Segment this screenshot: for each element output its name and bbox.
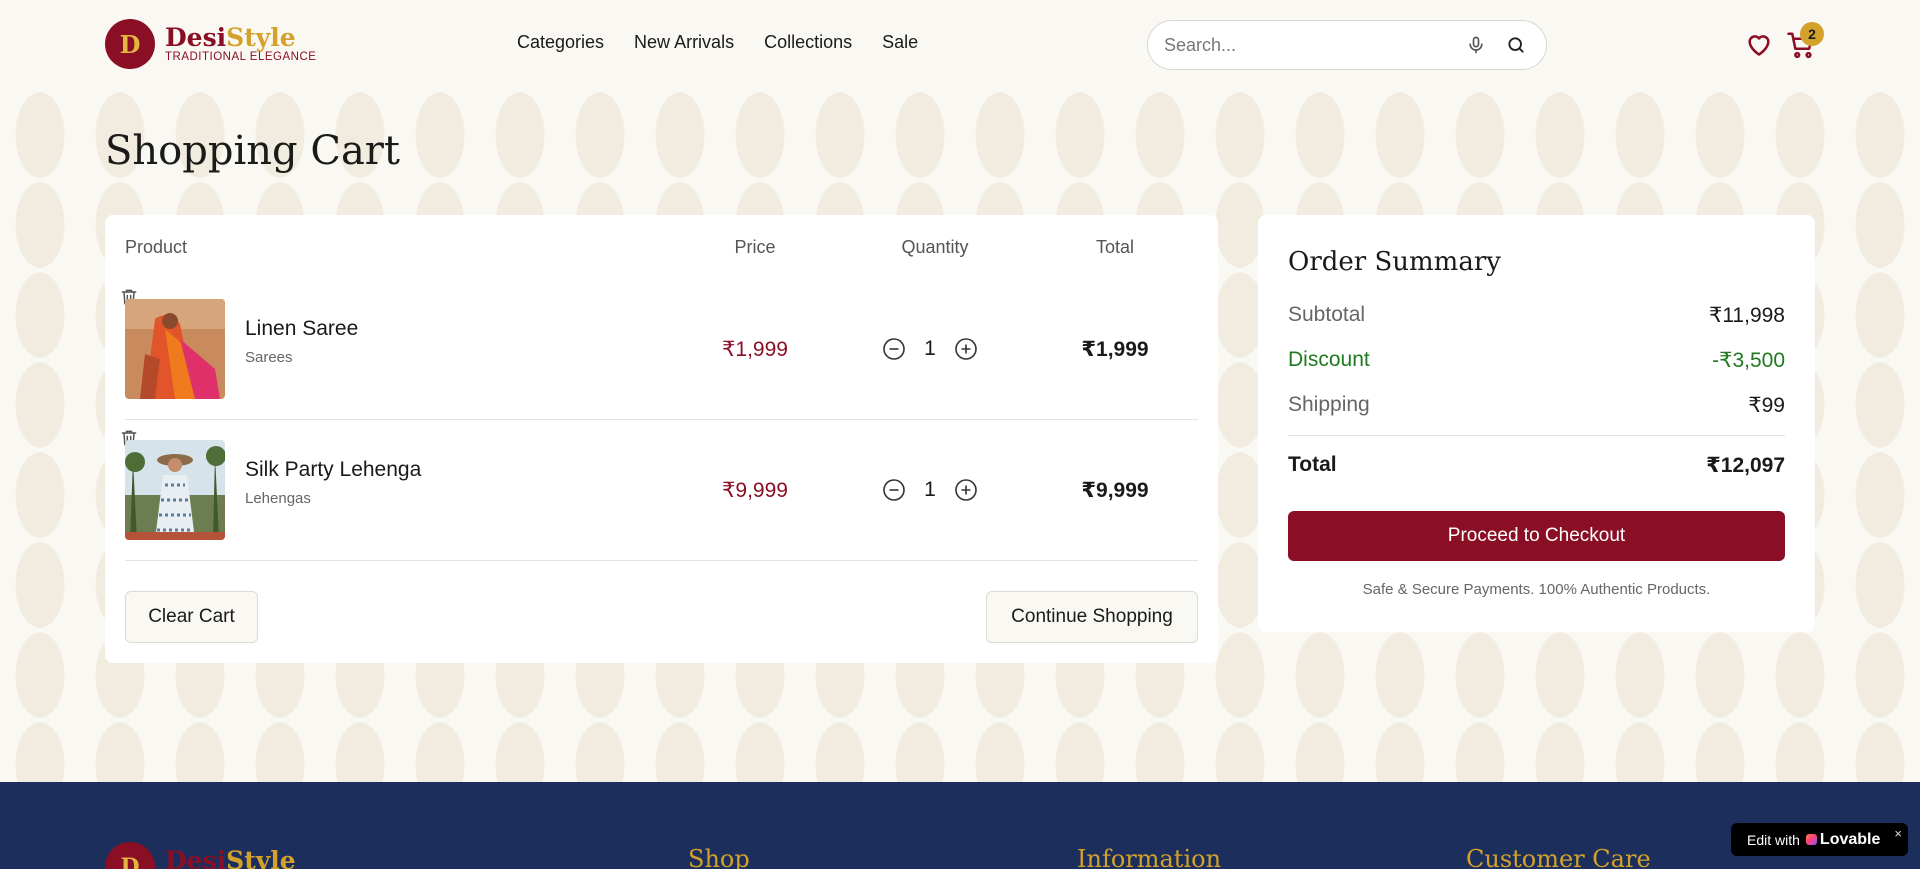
subtotal-row: Subtotal ₹11,998 bbox=[1288, 303, 1785, 328]
footer-logo[interactable]: D DesiStyle bbox=[105, 842, 296, 869]
cart-count-badge: 2 bbox=[1800, 22, 1824, 46]
quantity-value: 1 bbox=[924, 478, 936, 501]
total-row: Total ₹12,097 bbox=[1288, 453, 1785, 478]
subtotal-label: Subtotal bbox=[1288, 303, 1366, 326]
order-summary-title: Order Summary bbox=[1288, 247, 1501, 277]
footer-brand-name: DesiStyle bbox=[165, 845, 296, 869]
order-summary: Order Summary Subtotal ₹11,998 Discount … bbox=[1258, 215, 1815, 632]
continue-shopping-button[interactable]: Continue Shopping bbox=[986, 591, 1198, 643]
subtotal-value: ₹11,998 bbox=[1708, 304, 1785, 327]
header-quantity: Quantity bbox=[901, 237, 969, 257]
line-total: ₹9,999 bbox=[1081, 479, 1149, 502]
shipping-row: Shipping ₹99 bbox=[1288, 393, 1785, 418]
search-icon[interactable] bbox=[1506, 35, 1526, 60]
brand-tagline: TRADITIONAL ELEGANCE bbox=[165, 50, 317, 63]
cart-row: Linen Saree Sarees ₹1,999 1 ₹1,999 bbox=[121, 279, 1198, 420]
footer-logo-mark: D bbox=[105, 842, 155, 869]
minus-icon[interactable] bbox=[882, 478, 906, 502]
badge-brand: Lovable bbox=[1819, 830, 1881, 848]
brand-logo[interactable]: D DesiStyle TRADITIONAL ELEGANCE bbox=[105, 19, 316, 69]
plus-icon[interactable] bbox=[954, 337, 978, 361]
quantity-stepper: 1 bbox=[882, 337, 978, 361]
logo-mark: D bbox=[105, 19, 155, 69]
close-icon[interactable]: × bbox=[1894, 826, 1902, 841]
summary-divider bbox=[1288, 435, 1785, 436]
heart-icon[interactable] bbox=[1745, 31, 1773, 62]
product-price: ₹9,999 bbox=[722, 479, 788, 502]
product-image-lehenga[interactable] bbox=[125, 440, 225, 540]
minus-icon[interactable] bbox=[882, 337, 906, 361]
lovable-heart-icon bbox=[1805, 834, 1817, 845]
discount-label: Discount bbox=[1288, 348, 1370, 371]
badge-prefix: Edit with bbox=[1747, 831, 1800, 848]
total-value: ₹12,097 bbox=[1706, 454, 1785, 477]
header-total: Total bbox=[1095, 237, 1135, 257]
quantity-stepper: 1 bbox=[882, 478, 978, 502]
product-name[interactable]: Linen Saree bbox=[245, 317, 358, 341]
footer-heading-information: Information bbox=[1077, 845, 1222, 869]
nav-new-arrivals[interactable]: New Arrivals bbox=[634, 32, 734, 53]
total-label: Total bbox=[1288, 453, 1337, 476]
product-name[interactable]: Silk Party Lehenga bbox=[245, 458, 421, 482]
nav-collections[interactable]: Collections bbox=[764, 32, 852, 53]
shipping-value: ₹99 bbox=[1748, 394, 1785, 417]
brand-name: DesiStyle bbox=[165, 22, 296, 52]
header-product: Product bbox=[125, 237, 188, 257]
site-footer: D DesiStyle Shop Information Customer Ca… bbox=[0, 782, 1920, 869]
discount-value: -₹3,500 bbox=[1712, 349, 1785, 372]
clear-cart-button[interactable]: Clear Cart bbox=[125, 591, 258, 643]
discount-row: Discount -₹3,500 bbox=[1288, 348, 1785, 373]
header-price: Price bbox=[734, 237, 776, 257]
search-input[interactable] bbox=[1164, 34, 1464, 56]
quantity-value: 1 bbox=[924, 337, 936, 360]
cart-table: Product Price Quantity Total Linen Saree… bbox=[105, 215, 1218, 663]
shipping-label: Shipping bbox=[1288, 393, 1370, 416]
product-category: Lehengas bbox=[245, 490, 311, 507]
cart-row: Silk Party Lehenga Lehengas ₹9,999 1 ₹9,… bbox=[121, 420, 1198, 561]
nav-categories[interactable]: Categories bbox=[517, 32, 604, 53]
edit-with-lovable-badge[interactable]: Edit with Lovable × bbox=[1731, 823, 1908, 856]
footer-heading-shop: Shop bbox=[688, 845, 750, 869]
search-bar bbox=[1147, 20, 1547, 70]
product-price: ₹1,999 bbox=[722, 338, 788, 361]
microphone-icon[interactable] bbox=[1466, 35, 1486, 60]
main-nav: Categories New Arrivals Collections Sale bbox=[517, 32, 918, 53]
site-header: D DesiStyle TRADITIONAL ELEGANCE Categor… bbox=[0, 0, 1920, 88]
footer-heading-customer-care: Customer Care bbox=[1466, 845, 1651, 869]
page-title: Shopping Cart bbox=[105, 128, 400, 174]
secure-payment-note: Safe & Secure Payments. 100% Authentic P… bbox=[1362, 581, 1711, 598]
product-category: Sarees bbox=[245, 349, 293, 366]
line-total: ₹1,999 bbox=[1081, 338, 1149, 361]
product-image-saree[interactable] bbox=[125, 299, 225, 399]
plus-icon[interactable] bbox=[954, 478, 978, 502]
checkout-button[interactable]: Proceed to Checkout bbox=[1288, 511, 1785, 561]
nav-sale[interactable]: Sale bbox=[882, 32, 918, 53]
